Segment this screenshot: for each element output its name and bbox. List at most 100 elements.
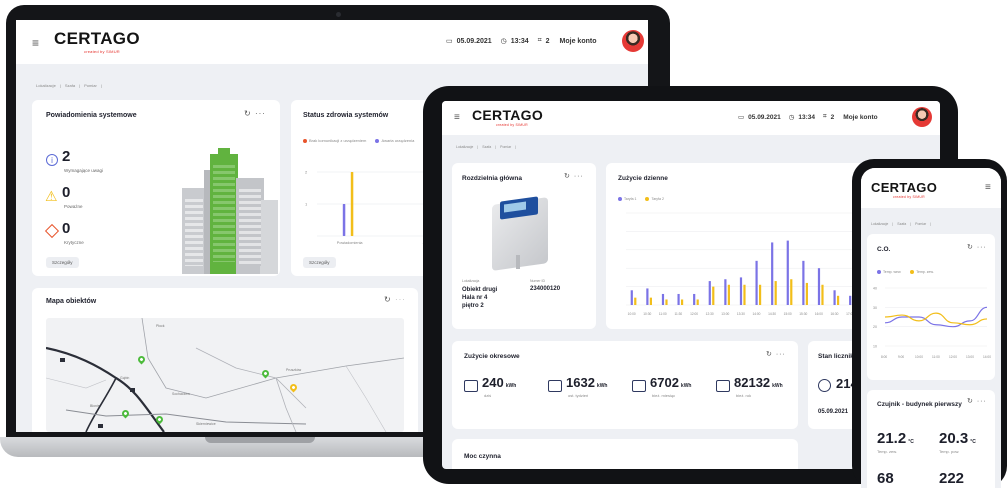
sensor-temp-label: Temp. zew. (877, 449, 898, 454)
breadcrumb-item[interactable]: Lokalizacje (36, 83, 56, 88)
breadcrumb-item[interactable]: Lokalizacje (456, 145, 473, 149)
refresh-icon[interactable]: ↻ (967, 398, 974, 405)
avatar[interactable] (912, 107, 932, 127)
map-place-label: Gąbin (120, 376, 130, 380)
series-line (884, 312, 988, 326)
bar (634, 297, 637, 305)
stat-month: 6702 kWh bież. miesiąc (632, 375, 716, 407)
bar (849, 295, 852, 305)
brand-name: CERTAGO (472, 107, 544, 123)
x-tick-label: Powiadomienia (337, 241, 364, 245)
x-tick-label: 11:30 (674, 312, 682, 316)
bar (790, 279, 793, 305)
refresh-icon[interactable]: ↻ (244, 109, 252, 118)
x-tick-label: 10:30 (643, 312, 651, 316)
breadcrumb-item[interactable]: Pomiar (500, 145, 511, 149)
serial-value: 234000120 (530, 286, 561, 292)
x-tick-label: 14:00 (752, 312, 760, 316)
bar (724, 279, 727, 305)
x-tick-label: 11:00 (659, 312, 667, 316)
avatar[interactable] (622, 30, 644, 52)
card-title: C.O. (877, 246, 891, 253)
details-button[interactable]: Szczegóły (46, 257, 79, 268)
bar (833, 290, 836, 305)
gauge-icon (818, 379, 831, 392)
breadcrumb: Lokalizacje | Szafa | Pomiar | (456, 145, 517, 149)
breadcrumb-item[interactable]: Szafa (897, 222, 906, 226)
breadcrumb-item[interactable]: Lokalizacje (871, 222, 888, 226)
bar (743, 284, 746, 305)
refresh-icon[interactable]: ↻ (384, 295, 392, 304)
details-button[interactable]: Szczegóły (303, 257, 336, 268)
clock-icon: ◷ (500, 38, 507, 45)
account-link[interactable]: Moje konto (843, 114, 877, 121)
bar (771, 242, 774, 305)
stat-unit: kWh (680, 383, 692, 389)
menu-icon[interactable]: ≡ (985, 182, 991, 193)
clock-icon: ◷ (788, 114, 795, 121)
sensor-card: Czujnik - budynek pierwszy ↻ ··· 21.2 °C … (867, 390, 995, 488)
map-place-label: Błonie (90, 404, 100, 408)
bar (665, 299, 668, 305)
menu-icon[interactable]: ≡ (454, 112, 460, 123)
meter-device-image (488, 195, 554, 271)
users-icon: ⌗ (823, 113, 827, 120)
co-chart: 40 30 20 10 8:00 9:00 10:00 11:00 12:00 13:00 14:0… (873, 287, 991, 360)
bar (350, 172, 354, 236)
more-icon[interactable]: ··· (255, 109, 266, 118)
calendar-icon: ▭ (446, 38, 453, 45)
bar (630, 290, 633, 305)
x-tick-label: 16:00 (815, 312, 823, 316)
more-icon[interactable]: ··· (977, 398, 987, 405)
brand-name: CERTAGO (871, 180, 938, 195)
map-view[interactable]: Płock Gąbin Sochaczew Błonie Skierniewic… (46, 318, 404, 432)
sensor-temp-value: 21.2 (877, 430, 907, 447)
bar (774, 281, 777, 305)
brand-logo[interactable]: CERTAGO created by SIMUR (472, 107, 543, 127)
bar (758, 284, 762, 305)
brand-name: CERTAGO (54, 29, 140, 48)
x-tick-label: 13:00 (721, 312, 729, 316)
breadcrumb-item[interactable]: Szafa (482, 145, 491, 149)
more-icon[interactable]: ··· (395, 295, 406, 304)
stat-unit: kWh (772, 383, 783, 389)
more-icon[interactable]: ··· (574, 173, 584, 180)
sensor-temp-unit: °C (970, 439, 976, 445)
refresh-icon[interactable]: ↻ (967, 244, 974, 251)
more-icon[interactable]: ··· (776, 351, 786, 358)
legend-label: Temp. zew. (916, 270, 934, 274)
bar (680, 299, 684, 305)
card-title: Mapa obiektów (46, 298, 97, 305)
x-tick-label: 12:00 (949, 355, 957, 359)
critical-diamond-icon (44, 223, 60, 239)
header-time: 13:34 (510, 37, 529, 45)
periodic-consumption-card: Zużycie okresowe ↻ ··· 240 kWh dziś 1632 k… (452, 341, 798, 429)
brand-logo[interactable]: CERTAGO created by SIMUR (871, 180, 937, 199)
breadcrumb-item[interactable]: Szafa (65, 83, 75, 88)
refresh-icon[interactable]: ↻ (564, 173, 571, 180)
card-title: Status zdrowia systemów (303, 112, 389, 119)
tablet-topbar: ≡ CERTAGO created by SIMUR ▭ 05.09.2021 … (442, 101, 940, 135)
warning-triangle-icon: ⚠ (45, 188, 58, 204)
header-date: 05.09.2021 (456, 37, 492, 45)
y-tick-label: 10 (873, 345, 877, 349)
brand-logo[interactable]: CERTAGO created by SIMUR (54, 29, 140, 54)
legend-label: Awaria urządzenia (381, 138, 415, 143)
account-link[interactable]: Moje konto (560, 38, 597, 45)
menu-icon[interactable]: ≡ (32, 36, 39, 50)
map-place-label: Płock (156, 324, 165, 328)
x-tick-label: 14:00 (983, 355, 991, 359)
breadcrumb-item[interactable]: Pomiar (84, 83, 97, 88)
more-icon[interactable]: ··· (977, 244, 987, 251)
bar (649, 297, 652, 305)
location-label: Lokalizacja (462, 279, 480, 283)
sensor-temp-unit: °C (908, 439, 914, 445)
stat-value: 6702 (650, 375, 679, 390)
info-circle-icon: i (46, 154, 58, 166)
chart-legend: Taryfa 1 Taryfa 2 (618, 197, 664, 202)
bar (817, 268, 821, 305)
x-tick-label: 12:30 (706, 312, 714, 316)
refresh-icon[interactable]: ↻ (766, 351, 773, 358)
breadcrumb-item[interactable]: Pomiar (915, 222, 926, 226)
stat-unit: kWh (505, 383, 517, 389)
